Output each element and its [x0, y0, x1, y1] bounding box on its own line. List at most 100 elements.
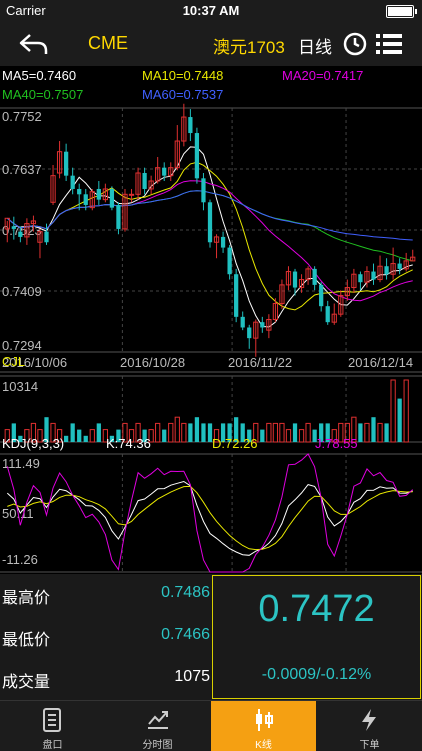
timeshare-icon — [148, 711, 168, 729]
tab-order[interactable]: 下单 — [317, 701, 422, 751]
volume-bar — [272, 422, 279, 443]
status-time: 10:37 AM — [182, 3, 240, 18]
candle-body — [220, 236, 226, 248]
candle-body — [18, 231, 23, 237]
ma-legend-item: MA60=0.7537 — [142, 87, 223, 102]
candle-body — [240, 316, 245, 328]
candle-body — [109, 188, 115, 208]
tab-kline[interactable]: K线 — [211, 701, 316, 751]
volume-bar — [260, 429, 265, 442]
volume-bar — [403, 379, 409, 443]
volume-bar — [377, 422, 383, 443]
candlestick-icon — [256, 709, 273, 731]
volume-bar — [371, 417, 376, 442]
tab-label: 盘口 — [42, 740, 63, 751]
low-value: 0.7466 — [161, 626, 210, 643]
kdj-tick: -11.26 — [2, 552, 38, 567]
volume-bar — [279, 422, 285, 443]
volume-bar — [358, 423, 363, 442]
volume-bar — [168, 422, 174, 443]
volume-bar — [364, 422, 370, 443]
volume-label: CJL — [2, 354, 25, 369]
candle-body — [64, 151, 69, 176]
kdj-chart: KDJ(9,3,3) K:74.36 D:72.26 J:78.55111.4950.… — [2, 436, 414, 573]
volume-bar — [77, 429, 82, 442]
price-change: -0.0009/-0.12% — [261, 666, 372, 683]
tab-label: 分时图 — [142, 740, 173, 751]
candle-body — [77, 188, 82, 195]
kdj-j-value: J:78.55 — [315, 436, 358, 451]
volume-bar — [397, 398, 402, 442]
candle-body — [384, 266, 389, 275]
volume-bar — [298, 429, 305, 443]
clock-icon[interactable] — [343, 32, 367, 56]
volume-value: 1075 — [174, 668, 210, 685]
candle-body — [142, 172, 147, 189]
volume-bar — [305, 422, 311, 443]
volume-bar — [390, 379, 396, 443]
volume-bar — [285, 429, 292, 443]
candle-body — [11, 226, 16, 229]
price-axis: 0.77520.76370.75230.74090.7294 — [2, 109, 42, 353]
period-selector[interactable]: 日线 — [298, 33, 332, 58]
volume-bar — [266, 422, 272, 443]
candle-body — [201, 178, 206, 203]
tab-label: 下单 — [359, 740, 380, 751]
volume-bar — [194, 417, 200, 442]
volume-bar — [83, 435, 88, 442]
contract-selector[interactable]: 澳元1703 — [213, 33, 285, 58]
volume-bar — [384, 423, 389, 442]
kdj-d-value: D:72.26 — [212, 436, 258, 451]
candle-body — [234, 274, 239, 317]
candle-body — [312, 268, 317, 285]
candle-body — [44, 231, 49, 243]
candle-body — [128, 193, 135, 196]
candle-body — [116, 204, 121, 229]
volume-bar — [188, 423, 193, 442]
candle-body — [194, 133, 200, 179]
candle-body — [397, 263, 402, 269]
volume-bar — [96, 423, 101, 442]
status-bar: Carrier 10:37 AM — [0, 0, 422, 22]
date-tick: 2016/12/14 — [348, 355, 413, 370]
last-price: 0.7472 — [258, 588, 375, 630]
candle-body — [325, 306, 330, 323]
volume-label: 成交量 — [2, 674, 51, 691]
candle-body — [207, 202, 213, 243]
menu-icon[interactable] — [376, 33, 402, 55]
tab-timeshare[interactable]: 分时图 — [105, 701, 210, 751]
price-tick: 0.7752 — [2, 109, 42, 124]
volume-bar — [174, 416, 180, 443]
battery-icon — [386, 5, 417, 18]
kdj-label: KDJ(9,3,3) — [2, 436, 64, 451]
lightning-icon — [362, 709, 376, 731]
volume-bar — [181, 422, 187, 443]
candle-body — [292, 271, 298, 288]
high-value: 0.7486 — [161, 584, 210, 601]
tab-label: K线 — [255, 740, 272, 751]
orderbook-icon — [43, 708, 61, 732]
exchange-title: CME — [88, 33, 128, 53]
volume-bar — [292, 423, 298, 442]
back-icon[interactable] — [18, 32, 48, 56]
candle-body — [371, 271, 376, 280]
date-axis: 2016/10/06 2016/10/28 2016/11/22 2016/12/14 — [2, 355, 413, 370]
ma-legend-item: MA5=0.7460 — [2, 68, 76, 83]
kline-chart[interactable]: MA5=0.7460 MA10=0.7448 MA20=0.7417 MA40=0.7… — [0, 66, 422, 574]
kdj-k-value: K:74.36 — [106, 436, 151, 451]
candle-body — [188, 117, 193, 134]
high-label: 最高价 — [2, 590, 51, 607]
price-tick: 0.7294 — [2, 338, 42, 353]
ma-legend-item: MA10=0.7448 — [142, 68, 223, 83]
candle-body — [227, 247, 232, 275]
ma-legend-item: MA20=0.7417 — [282, 68, 363, 83]
nav-bar: CME 澳元1703 日线 — [0, 22, 422, 66]
kdj-k-line — [6, 480, 413, 556]
date-tick: 2016/11/22 — [228, 355, 292, 370]
volume-bar — [64, 435, 69, 442]
tab-orderbook[interactable]: 盘口 — [0, 701, 105, 751]
candle-body — [260, 322, 265, 328]
volume-bar — [89, 429, 95, 443]
volume-bar — [70, 423, 75, 442]
ma-legend-item: MA40=0.7507 — [2, 87, 83, 102]
